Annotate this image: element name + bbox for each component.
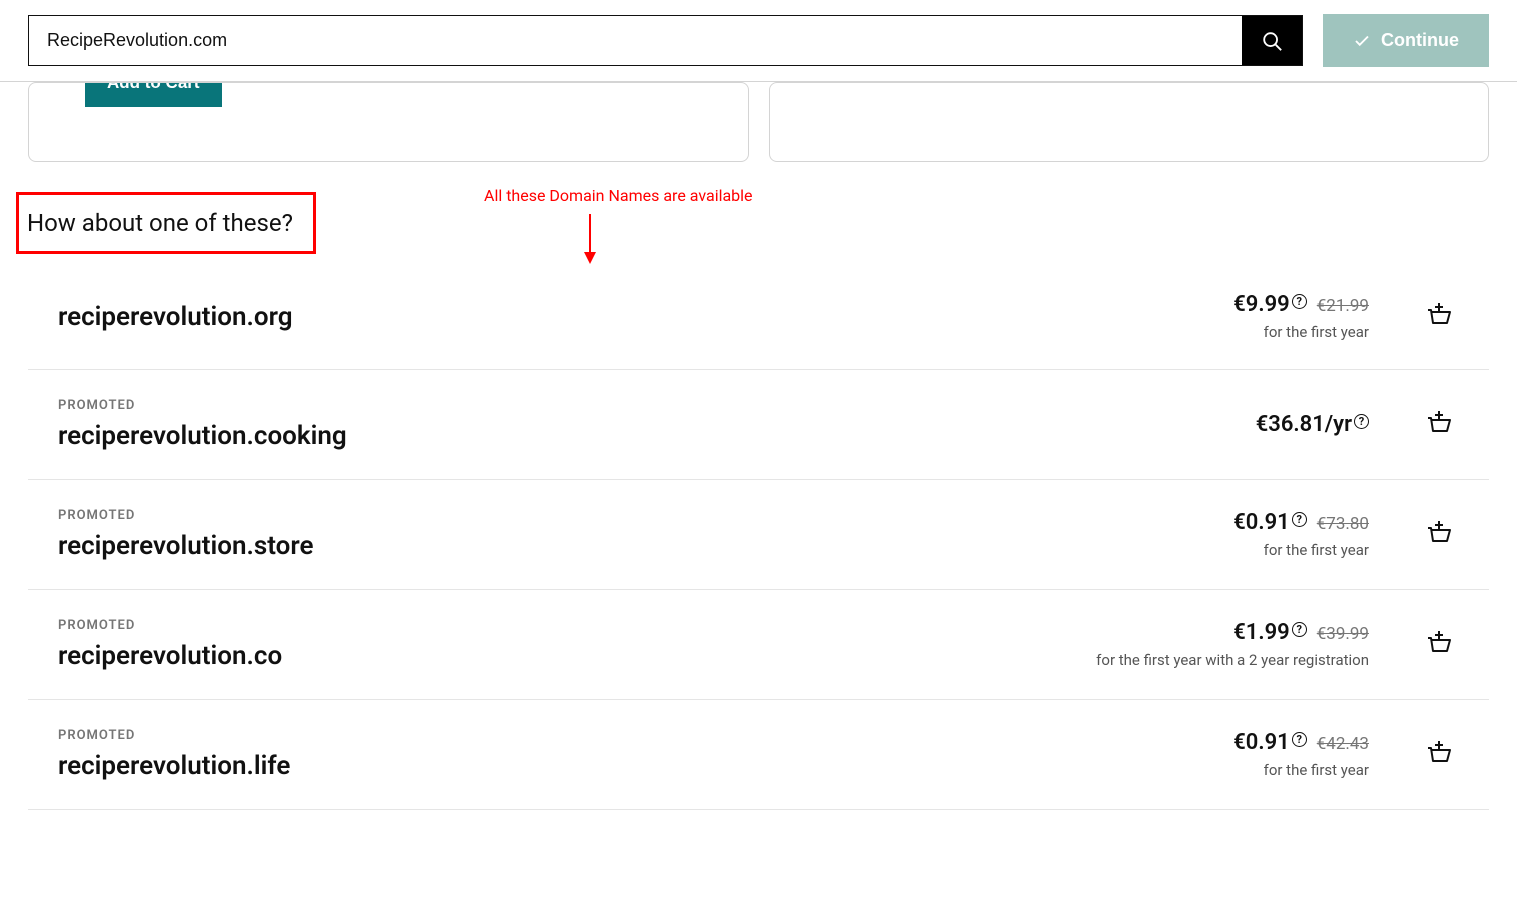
add-to-cart-button[interactable]: Add to Cart <box>85 82 222 107</box>
domain-left: reciperevolution.org <box>58 302 1079 332</box>
price-sub: for the first year <box>1079 541 1369 559</box>
add-to-cart-icon-button[interactable] <box>1419 733 1459 776</box>
domain-row: Promoted reciperevolution.life €0.91? €42.4… <box>28 700 1489 810</box>
domain-row: Promoted reciperevolution.store €0.91? €73.… <box>28 480 1489 590</box>
help-icon[interactable]: ? <box>1292 512 1307 527</box>
search-icon <box>1261 30 1283 52</box>
cart-plus-icon <box>1425 409 1453 437</box>
add-to-cart-icon-button[interactable] <box>1419 513 1459 556</box>
help-icon[interactable]: ? <box>1292 294 1307 309</box>
price-value: €9.99 <box>1233 292 1290 317</box>
domain-list: reciperevolution.org €9.99? €21.99 for the … <box>28 264 1489 810</box>
price-block: €36.81/yr? <box>1079 412 1369 437</box>
cart-plus-icon <box>1425 629 1453 657</box>
cart-plus-icon <box>1425 519 1453 547</box>
price-block: €1.99? €39.99 for the first year with a 2 … <box>1079 620 1369 669</box>
domain-left: Promoted reciperevolution.store <box>58 508 1079 561</box>
help-icon[interactable]: ? <box>1354 414 1369 429</box>
add-to-cart-icon-button[interactable] <box>1419 623 1459 666</box>
suggestions-heading: How about one of these? <box>27 209 293 237</box>
price-main: €9.99? <box>1233 292 1307 317</box>
help-icon[interactable]: ? <box>1292 622 1307 637</box>
price-strike: €73.80 <box>1317 514 1369 534</box>
domain-name[interactable]: reciperevolution.co <box>58 641 1079 671</box>
cards-row: Add to Cart <box>28 82 1489 162</box>
domain-left: Promoted reciperevolution.life <box>58 728 1079 781</box>
continue-label: Continue <box>1381 30 1459 51</box>
price-main: €1.99? <box>1233 620 1307 645</box>
help-icon[interactable]: ? <box>1292 732 1307 747</box>
price-strike: €21.99 <box>1317 296 1369 316</box>
result-card-right <box>769 82 1490 162</box>
domain-name[interactable]: reciperevolution.life <box>58 751 1079 781</box>
annotation-arrow-icon <box>578 210 602 266</box>
domain-name[interactable]: reciperevolution.store <box>58 531 1079 561</box>
search-input[interactable] <box>29 16 1242 65</box>
cart-plus-icon <box>1425 301 1453 329</box>
promoted-label: Promoted <box>58 618 1079 633</box>
domain-name[interactable]: reciperevolution.cooking <box>58 421 1079 451</box>
price-block: €0.91? €42.43 for the first year <box>1079 730 1369 779</box>
annotation-text: All these Domain Names are available <box>484 186 753 205</box>
price-line: €0.91? €73.80 <box>1079 510 1369 535</box>
result-card-left: Add to Cart <box>28 82 749 162</box>
heading-highlight: How about one of these? <box>16 192 316 254</box>
domain-row: Promoted reciperevolution.cooking €36.81/y… <box>28 370 1489 480</box>
price-sub: for the first year <box>1079 761 1369 779</box>
price-strike: €42.43 <box>1317 734 1369 754</box>
top-bar: Continue <box>0 0 1517 82</box>
price-line: €9.99? €21.99 <box>1079 292 1369 317</box>
price-strike: €39.99 <box>1317 624 1369 644</box>
domain-left: Promoted reciperevolution.cooking <box>58 398 1079 451</box>
promoted-label: Promoted <box>58 508 1079 523</box>
price-sub: for the first year with a 2 year registr… <box>1079 651 1369 669</box>
search-wrap <box>28 15 1303 66</box>
add-to-cart-icon-button[interactable] <box>1419 403 1459 446</box>
promoted-label: Promoted <box>58 398 1079 413</box>
cart-plus-icon <box>1425 739 1453 767</box>
price-value: €36.81/yr <box>1256 412 1352 437</box>
content: Add to Cart How about one of these? All … <box>0 82 1517 810</box>
domain-left: Promoted reciperevolution.co <box>58 618 1079 671</box>
price-line: €0.91? €42.43 <box>1079 730 1369 755</box>
domain-name[interactable]: reciperevolution.org <box>58 302 1079 332</box>
price-sub: for the first year <box>1079 323 1369 341</box>
add-to-cart-icon-button[interactable] <box>1419 295 1459 338</box>
price-line: €1.99? €39.99 <box>1079 620 1369 645</box>
price-main: €0.91? <box>1233 730 1307 755</box>
price-main: €0.91? <box>1233 510 1307 535</box>
domain-row: reciperevolution.org €9.99? €21.99 for the … <box>28 264 1489 370</box>
price-block: €0.91? €73.80 for the first year <box>1079 510 1369 559</box>
price-value: €1.99 <box>1233 620 1290 645</box>
search-button[interactable] <box>1242 16 1302 65</box>
continue-button[interactable]: Continue <box>1323 14 1489 67</box>
domain-row: Promoted reciperevolution.co €1.99? €39.99 f… <box>28 590 1489 700</box>
price-block: €9.99? €21.99 for the first year <box>1079 292 1369 341</box>
price-main: €36.81/yr? <box>1256 412 1369 437</box>
check-icon <box>1353 32 1371 50</box>
price-line: €36.81/yr? <box>1079 412 1369 437</box>
price-value: €0.91 <box>1233 730 1290 755</box>
promoted-label: Promoted <box>58 728 1079 743</box>
price-value: €0.91 <box>1233 510 1290 535</box>
